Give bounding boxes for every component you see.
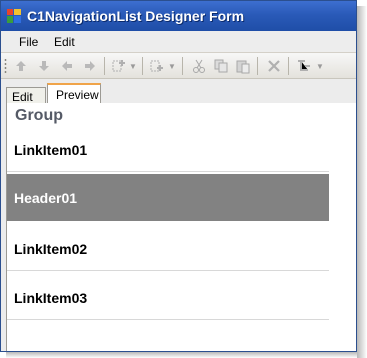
window-title: C1NavigationList Designer Form (27, 8, 245, 24)
cut-icon[interactable] (191, 58, 207, 74)
chevron-down-icon[interactable]: ▼ (316, 62, 324, 71)
chevron-down-icon[interactable]: ▼ (168, 62, 176, 71)
nav-item-label: Header01 (14, 190, 78, 206)
item-divider (7, 270, 329, 271)
window-shadow (357, 6, 367, 358)
properties-icon[interactable] (296, 58, 312, 74)
nav-link-item[interactable]: LinkItem03 (7, 274, 329, 319)
nav-link-item[interactable]: LinkItem02 (7, 225, 329, 270)
menu-bar: File Edit (1, 31, 356, 53)
nav-link-item[interactable]: LinkItem01 (7, 126, 329, 171)
move-down-icon[interactable] (36, 58, 52, 74)
item-divider (7, 319, 329, 320)
tab-preview[interactable]: Preview (47, 83, 101, 104)
designer-window: C1NavigationList Designer Form File Edit… (0, 0, 357, 352)
preview-panel: Group LinkItem01 Header01 LinkItem02 Lin… (6, 103, 356, 351)
toolbar-separator (288, 57, 289, 75)
tab-edit[interactable]: Edit (6, 87, 46, 104)
nav-item-label: LinkItem01 (14, 142, 88, 158)
toolbar-separator (104, 57, 105, 75)
move-right-icon[interactable] (82, 58, 98, 74)
toolbar-grip[interactable] (4, 58, 7, 74)
paste-icon[interactable] (235, 58, 251, 74)
chevron-down-icon[interactable]: ▼ (129, 62, 137, 71)
app-icon (7, 9, 21, 23)
nav-header-item[interactable]: Header01 (7, 174, 329, 221)
menu-file[interactable]: File (19, 35, 38, 49)
copy-icon[interactable] (213, 58, 229, 74)
nav-item-label: LinkItem02 (14, 241, 88, 257)
delete-icon[interactable] (266, 58, 282, 74)
tab-strip: Edit Preview (1, 79, 356, 104)
item-divider (7, 171, 329, 172)
title-bar[interactable]: C1NavigationList Designer Form (1, 1, 356, 31)
move-up-icon[interactable] (13, 58, 29, 74)
window-shadow (6, 352, 357, 358)
group-header[interactable]: Group (15, 107, 63, 125)
toolbar-separator (257, 57, 258, 75)
toolbar-separator (142, 57, 143, 75)
menu-edit[interactable]: Edit (54, 35, 75, 49)
toolbar-separator (182, 57, 183, 75)
nav-item-label: LinkItem03 (14, 290, 88, 306)
toolbar: ▼ ▼ ▼ (1, 53, 356, 79)
insert-item-icon[interactable] (149, 58, 165, 74)
move-left-icon[interactable] (59, 58, 75, 74)
add-item-icon[interactable] (111, 58, 127, 74)
